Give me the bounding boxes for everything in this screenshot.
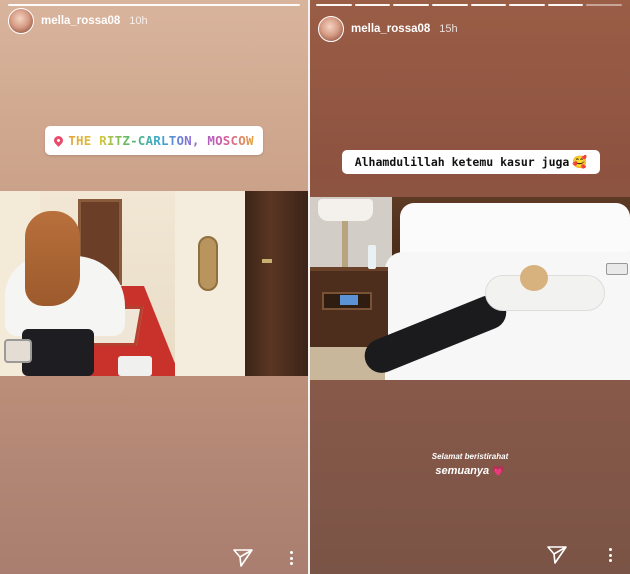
vertical-dots-icon[interactable] <box>608 548 612 562</box>
closing-line-1: Selamat beristirahat <box>431 452 509 461</box>
story-timestamp: 15h <box>439 23 458 35</box>
location-sticker[interactable]: THE RITZ-CARLTON, MOSCOW <box>45 126 263 155</box>
location-pin-icon <box>52 134 66 147</box>
vertical-dots-icon[interactable] <box>289 551 293 565</box>
story-header: mella_rossa08 10h <box>8 8 148 34</box>
story-progress-bar <box>316 4 622 6</box>
closing-line-2: semuanya 💗 <box>310 465 630 477</box>
avatar[interactable] <box>8 8 34 34</box>
progress-segment <box>470 4 507 6</box>
progress-segment <box>586 4 622 6</box>
caption-sticker: Alhamdulillah ketemu kasur juga 🥰 <box>342 150 600 174</box>
paper-plane-icon[interactable] <box>547 546 567 564</box>
progress-segment <box>8 4 300 6</box>
progress-segment <box>393 4 429 6</box>
progress-segment <box>547 4 584 6</box>
smiling-hearts-emoji: 🥰 <box>572 155 588 169</box>
closing-line-2-text: semuanya <box>435 465 490 477</box>
story-photo-bed <box>310 197 630 380</box>
story-photo-hallway <box>0 191 308 376</box>
progress-segment <box>431 4 468 6</box>
story-progress-bar <box>8 4 300 6</box>
username[interactable]: mella_rossa08 <box>41 15 120 27</box>
story-header: mella_rossa08 15h <box>318 16 458 42</box>
paper-plane-icon[interactable] <box>233 549 253 567</box>
progress-segment <box>354 4 391 6</box>
progress-segment <box>316 4 352 6</box>
story-timestamp: 10h <box>129 15 148 27</box>
story-panel-left[interactable]: mella_rossa08 10h THE RITZ-CARLTON, MOSC… <box>0 0 308 574</box>
heart-emoji: 💗 <box>492 466 505 477</box>
caption-text: Alhamdulillah ketemu kasur juga <box>354 155 570 169</box>
progress-segment <box>509 4 545 6</box>
username[interactable]: mella_rossa08 <box>351 23 430 35</box>
location-sticker-text: THE RITZ-CARLTON, MOSCOW <box>68 133 254 148</box>
closing-text: Selamat beristirahat semuanya 💗 <box>310 452 630 477</box>
avatar[interactable] <box>318 16 344 42</box>
